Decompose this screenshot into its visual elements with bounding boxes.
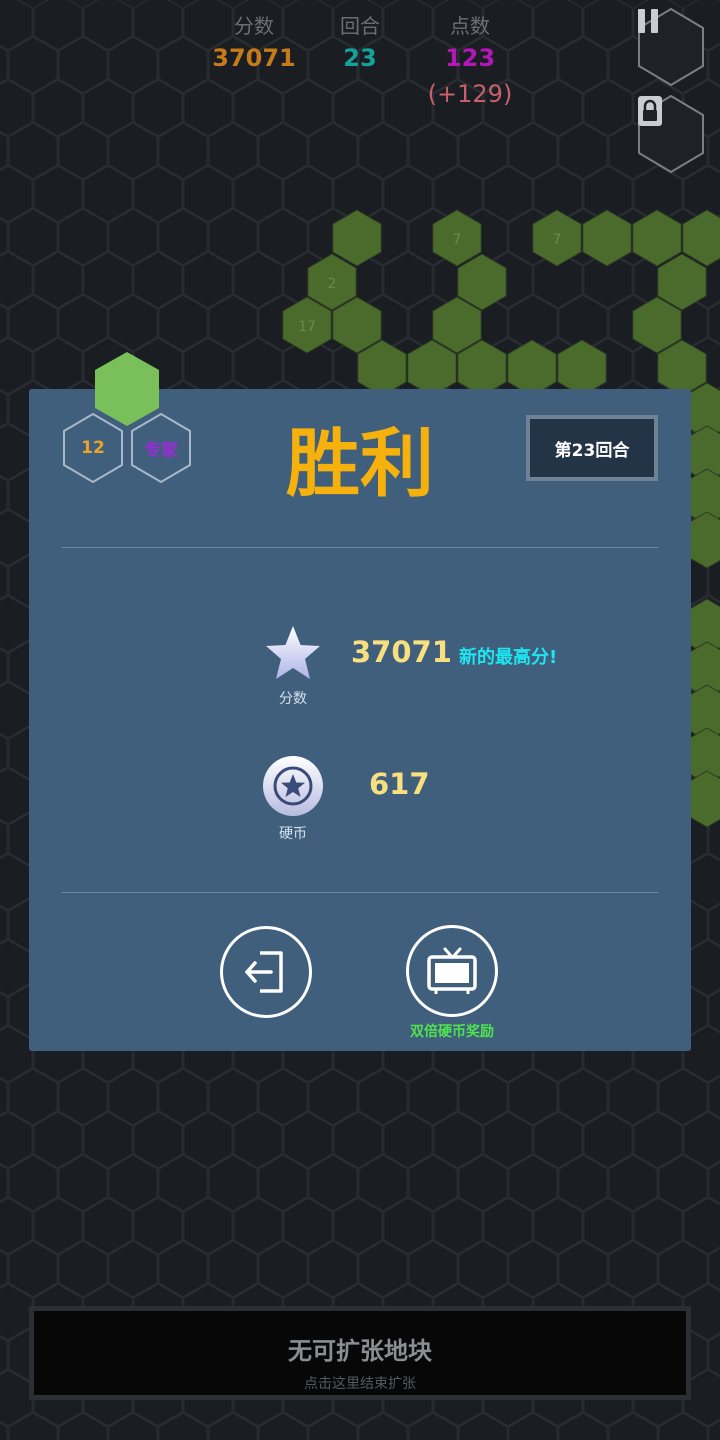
board-hex bbox=[0, 165, 33, 223]
tile-number: 7 bbox=[553, 232, 562, 248]
watch-video-button[interactable] bbox=[406, 925, 498, 1017]
board-hex bbox=[708, 43, 720, 87]
points-stat: 点数 123 (+129) bbox=[400, 12, 540, 108]
end-expansion-hint: 点击这里结束扩张 bbox=[304, 1376, 416, 1392]
board-hex bbox=[0, 767, 33, 825]
board-hex bbox=[0, 1369, 33, 1427]
final-score-value: 37071 bbox=[351, 635, 452, 669]
board-hex bbox=[0, 1111, 33, 1169]
lock-button[interactable] bbox=[636, 94, 706, 174]
divider bbox=[62, 547, 658, 548]
board-hex bbox=[708, 1247, 720, 1291]
pause-button[interactable] bbox=[636, 7, 706, 87]
board-hex bbox=[0, 0, 33, 51]
coin-caption: 硬币 bbox=[279, 826, 307, 842]
board-hex bbox=[533, 0, 583, 51]
board-hex bbox=[308, 1412, 358, 1440]
territory-tile bbox=[332, 209, 382, 267]
points-value: 123 bbox=[444, 44, 496, 72]
territory-tile bbox=[507, 339, 557, 397]
board-hex bbox=[458, 1412, 508, 1440]
board-hex bbox=[133, 0, 183, 51]
board-hex bbox=[508, 1412, 558, 1440]
board-hex bbox=[0, 681, 33, 739]
territory-tile bbox=[582, 209, 632, 267]
end-expansion-button[interactable]: 无可扩张地块 点击这里结束扩张 bbox=[29, 1306, 691, 1400]
divider bbox=[62, 892, 658, 893]
new-record-label: 新的最高分! bbox=[459, 647, 558, 668]
score-stat: 分数 37071 bbox=[194, 12, 314, 76]
round-badge: 第23回合 bbox=[526, 415, 658, 481]
pause-icon bbox=[636, 7, 706, 87]
board-hex bbox=[0, 1422, 8, 1440]
double-coins-label: 双倍硬币奖励 bbox=[410, 1024, 494, 1040]
board-hex bbox=[408, 1412, 458, 1440]
board-hex bbox=[708, 129, 720, 173]
territory-tile bbox=[557, 339, 607, 397]
difficulty-badge: 专家 bbox=[129, 411, 193, 485]
board-hex bbox=[83, 0, 133, 51]
board-hex bbox=[208, 1412, 258, 1440]
coin-value: 617 bbox=[369, 767, 430, 801]
board-hex bbox=[608, 1412, 658, 1440]
board-hex bbox=[658, 1412, 708, 1440]
exit-button[interactable] bbox=[220, 926, 312, 1018]
score-value: 37071 bbox=[212, 44, 296, 72]
board-hex bbox=[708, 1075, 720, 1119]
board-hex bbox=[358, 1412, 408, 1440]
board-hex bbox=[708, 989, 720, 1033]
board-hex bbox=[258, 1412, 308, 1440]
lock-icon bbox=[636, 94, 706, 174]
end-expansion-title: 无可扩张地块 bbox=[288, 1337, 432, 1365]
board-hex bbox=[0, 853, 33, 911]
score-icon-group: 分数 bbox=[258, 624, 328, 708]
board-hex bbox=[708, 903, 720, 947]
level-value: 12 bbox=[81, 438, 105, 458]
board-hex bbox=[558, 1412, 608, 1440]
board-hex bbox=[583, 0, 633, 51]
points-value-row: 123 (+129) bbox=[400, 40, 540, 108]
board-hex bbox=[708, 1161, 720, 1205]
board-hex bbox=[0, 251, 33, 309]
victory-dialog: 12 专家 胜利 第23回合 分数 37071 新的最高分! 硬币 617 双倍… bbox=[29, 352, 691, 1051]
board-hex bbox=[33, 0, 83, 51]
board-hex bbox=[708, 1333, 720, 1377]
score-caption: 分数 bbox=[279, 691, 307, 707]
board-hex bbox=[708, 301, 720, 345]
board-hex bbox=[0, 509, 33, 567]
territory-tile bbox=[632, 209, 682, 267]
board-hex bbox=[683, 1111, 720, 1169]
board-hex bbox=[0, 423, 33, 481]
board-hex bbox=[0, 337, 33, 395]
coin-icon-group: 硬币 bbox=[258, 755, 328, 843]
tile-number: 17 bbox=[298, 319, 316, 335]
points-label: 点数 bbox=[450, 14, 490, 38]
exit-icon bbox=[245, 951, 283, 993]
board-hex bbox=[158, 1412, 208, 1440]
star-icon bbox=[266, 626, 320, 679]
coin-icon bbox=[263, 756, 323, 816]
tile-number: 2 bbox=[328, 276, 337, 292]
board-hex bbox=[0, 1197, 33, 1255]
board-hex bbox=[683, 1197, 720, 1255]
board-hex bbox=[0, 79, 33, 137]
board-hex bbox=[0, 1283, 33, 1341]
difficulty-value: 专家 bbox=[144, 440, 178, 461]
level-badge: 12 bbox=[61, 411, 125, 485]
board-hex bbox=[8, 1412, 58, 1440]
tv-icon bbox=[427, 947, 477, 994]
board-hex bbox=[0, 1025, 33, 1083]
score-label: 分数 bbox=[234, 14, 274, 38]
points-delta: (+129) bbox=[427, 80, 513, 108]
board-hex bbox=[108, 1412, 158, 1440]
victory-title: 胜利 bbox=[286, 421, 434, 507]
board-hex bbox=[58, 1412, 108, 1440]
board-hex bbox=[0, 939, 33, 997]
board-hex bbox=[0, 595, 33, 653]
tile-number: 7 bbox=[453, 232, 462, 248]
board-hex bbox=[708, 1419, 720, 1440]
